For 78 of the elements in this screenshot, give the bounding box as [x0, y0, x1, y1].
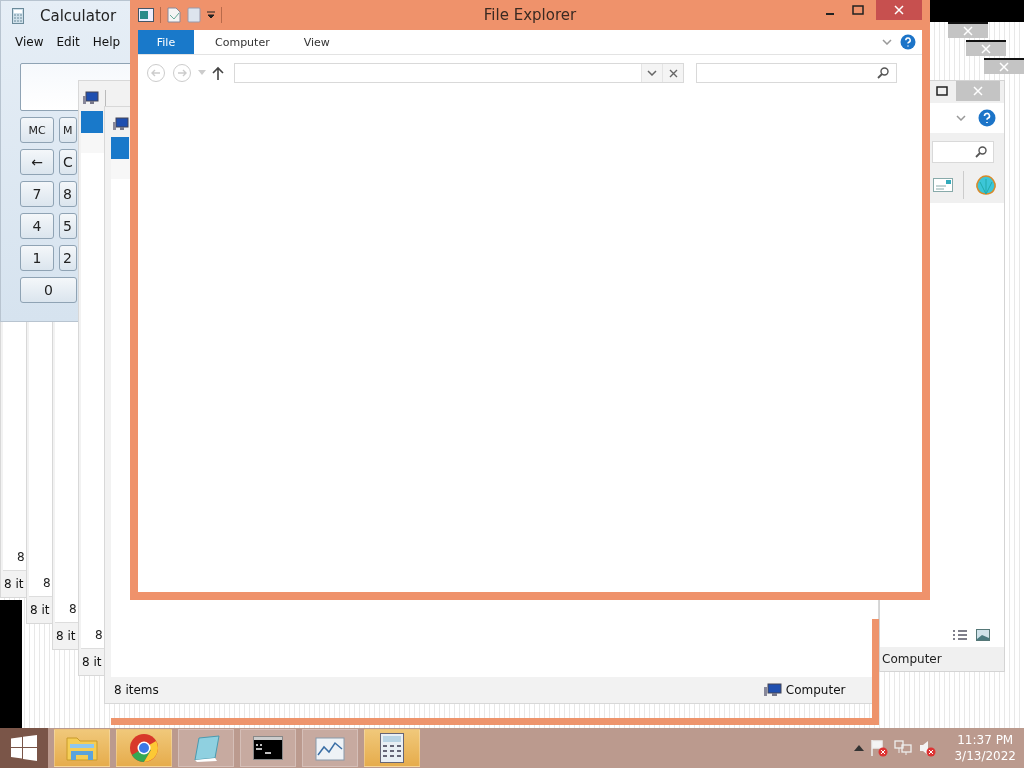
help-icon[interactable]	[900, 34, 916, 50]
windows-logo-icon	[11, 735, 37, 761]
calculator-key[interactable]: 1	[20, 245, 54, 271]
status-text: 8 items	[114, 683, 159, 697]
caret-up-icon[interactable]	[854, 745, 865, 751]
status-text: 8	[43, 576, 51, 590]
speaker-muted-icon[interactable]	[918, 739, 937, 757]
menu-item[interactable]: View	[15, 35, 44, 49]
maximize-icon	[936, 86, 948, 96]
calculator-key[interactable]: M	[59, 117, 77, 143]
document-icon[interactable]	[167, 7, 181, 23]
computer-icon	[763, 683, 782, 697]
calculator-icon	[12, 8, 24, 24]
close-icon	[894, 5, 904, 15]
dropdown-icon[interactable]	[207, 11, 215, 19]
status-location: Computer	[882, 652, 942, 666]
ribbon-tab[interactable]: View	[290, 30, 343, 54]
calculator-key[interactable]: 7	[20, 181, 54, 207]
notepad-icon	[191, 734, 221, 762]
close-button[interactable]	[966, 40, 1006, 56]
search-field[interactable]	[932, 141, 994, 163]
shell-icon[interactable]	[974, 174, 998, 196]
status-text: 8 it	[56, 629, 76, 643]
chevron-icon[interactable]	[882, 39, 892, 45]
chart-icon	[315, 735, 345, 761]
console-icon	[253, 736, 283, 760]
computer-icon	[113, 117, 129, 131]
calculator-key[interactable]: C	[59, 149, 77, 175]
minimize-icon	[825, 13, 835, 15]
properties-icon[interactable]	[138, 8, 154, 22]
close-icon	[963, 26, 973, 36]
close-icon	[973, 86, 983, 96]
status-text: 8	[95, 628, 103, 642]
taskbar-button[interactable]	[240, 729, 296, 767]
calculator-icon	[380, 733, 404, 763]
calculator-key[interactable]: MC	[20, 117, 54, 143]
menu-item[interactable]: Help	[92, 35, 121, 49]
calculator-key[interactable]: 4	[20, 213, 54, 239]
calculator-key[interactable]: 8	[59, 181, 77, 207]
ribbon-tab[interactable]: File	[138, 30, 194, 54]
computer-icon	[83, 91, 99, 105]
details-view-icon[interactable]	[952, 629, 968, 641]
close-icon	[981, 44, 991, 54]
help-icon[interactable]	[978, 109, 996, 127]
address-field[interactable]	[234, 63, 684, 83]
thumbnails-view-icon[interactable]	[976, 629, 990, 641]
calculator-key[interactable]: 0	[20, 277, 77, 303]
menu-item[interactable]: Edit	[56, 35, 80, 49]
card-icon[interactable]	[933, 178, 953, 192]
ribbon-tab[interactable]: Computer	[202, 30, 283, 54]
status-location: Computer	[785, 683, 846, 697]
search-icon	[975, 146, 987, 158]
flag-icon[interactable]	[870, 739, 889, 757]
network-icon[interactable]	[894, 740, 913, 756]
maximize-icon	[852, 5, 864, 15]
calculator-key[interactable]: 2	[59, 245, 77, 271]
up-arrow-icon[interactable]	[212, 66, 224, 80]
search-icon	[877, 67, 889, 79]
status-text: 8 it	[4, 577, 24, 591]
folder-icon[interactable]	[187, 7, 201, 23]
close-icon[interactable]	[668, 68, 678, 78]
status-text: 8 it	[82, 655, 102, 669]
status-text: 8	[69, 602, 77, 616]
chrome-icon	[129, 733, 159, 763]
status-text: 8 it	[30, 603, 50, 617]
calculator-key[interactable]: ←	[20, 149, 54, 175]
window-title: File Explorer	[483, 6, 577, 24]
start-button[interactable]	[0, 728, 48, 768]
close-button[interactable]	[984, 58, 1024, 74]
folder-icon	[66, 734, 98, 762]
close-icon	[999, 62, 1009, 72]
chevron-icon[interactable]	[647, 70, 657, 76]
window-title: Calculator	[40, 7, 117, 25]
status-text: 8	[17, 550, 25, 564]
close-button[interactable]	[948, 22, 988, 38]
search-field[interactable]	[696, 63, 897, 83]
chevron-icon[interactable]	[956, 115, 966, 121]
calculator-key[interactable]: 5	[59, 213, 77, 239]
